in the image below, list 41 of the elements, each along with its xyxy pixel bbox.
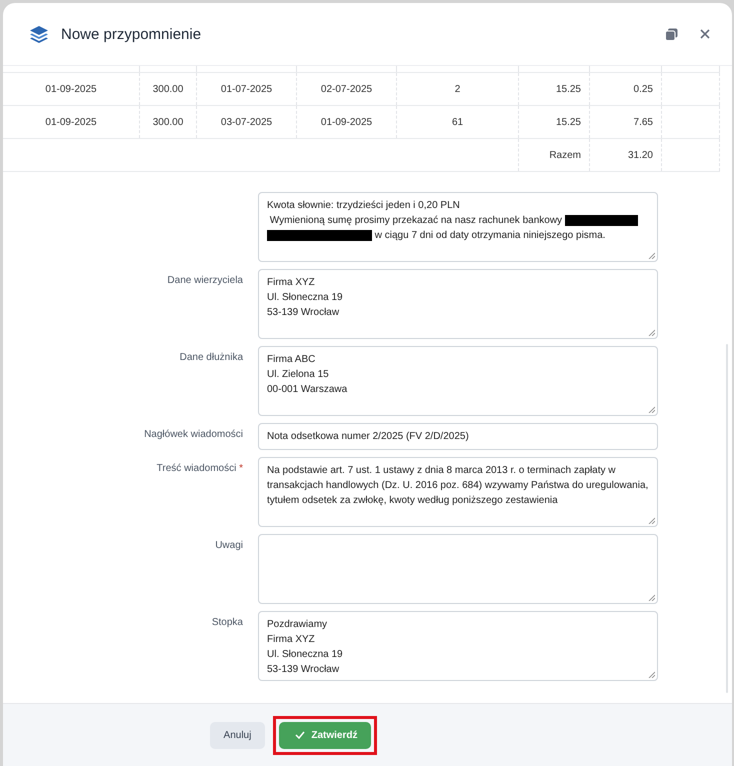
text-area[interactable]: Firma ABC Ul. Zielona 15 00-001 Warszawa <box>258 346 658 416</box>
table-cell: 0.25 <box>634 84 653 94</box>
resize-grip-icon[interactable] <box>648 252 655 259</box>
field-label: Treść wiadomości * <box>156 462 243 474</box>
table-cell: 300.00 <box>152 84 184 94</box>
resize-grip-icon[interactable] <box>648 594 655 601</box>
table-cell: 15.25 <box>556 84 581 94</box>
dialog-title: Nowe przypomnienie <box>61 26 202 42</box>
scrollbar[interactable] <box>726 344 728 693</box>
restore-window-icon[interactable] <box>665 28 678 40</box>
cancel-button[interactable]: Anuluj <box>210 722 266 748</box>
table-cell: 300.00 <box>152 116 184 128</box>
table-cell: 02-07-2025 <box>320 84 372 94</box>
table-cell: 01-09-2025 <box>45 116 97 128</box>
table-cell: 01-09-2025 <box>320 116 372 128</box>
text-area[interactable]: Pozdrawiamy Firma XYZ Ul. Słoneczna 19 53-139 Wrocław <box>258 611 658 681</box>
table-cell: 01-09-2025 <box>45 84 97 94</box>
text-field[interactable]: Nota odsetkowa numer 2/2025 (FV 2/D/2025) <box>258 423 658 450</box>
field-label: Uwagi <box>215 539 243 551</box>
close-icon[interactable] <box>700 29 710 39</box>
field-label: Dane dłużnika <box>180 351 243 363</box>
resize-grip-icon[interactable] <box>648 329 655 336</box>
table-cell: 61 <box>452 116 464 128</box>
resize-grip-icon[interactable] <box>648 517 655 524</box>
text-area[interactable]: Na podstawie art. 7 ust. 1 ustawy z dnia 8 marca 2013 r. o terminach zapłaty w transakcjach handlowych (Dz. U. 2016 poz. 684) wzywamy Państwa do uregulowania, tytułem odsetek za zwłokę, kwoty według poniższego zestawienia <box>258 457 658 527</box>
field-label: Nagłówek wiadomości <box>144 428 243 440</box>
check-icon <box>295 731 306 739</box>
field-label: Dane wierzyciela <box>167 274 243 286</box>
field-label: Stopka <box>212 616 243 628</box>
table-cell: 15.25 <box>556 116 581 128</box>
layers-icon <box>29 25 49 43</box>
table-cell: 01-07-2025 <box>220 84 272 94</box>
table-cell: 7.65 <box>634 116 653 128</box>
table-cell: 2 <box>454 84 460 94</box>
table-cell: 03-07-2025 <box>220 116 272 128</box>
resize-grip-icon[interactable] <box>648 671 655 678</box>
resize-grip-icon[interactable] <box>648 406 655 413</box>
text-area[interactable]: Firma XYZ Ul. Słoneczna 19 53-139 Wrocław <box>258 269 658 339</box>
total-value: 31.20 <box>628 150 653 160</box>
total-label: Razem <box>549 150 581 160</box>
text-area[interactable]: Kwota słownie: trzydzieści jeden i 0,20 PLN Wymienioną sumę prosimy przekazać na nasz rachunek bankowy w ciągu 7 dni od daty otrzymania niniejszego pisma. <box>258 192 658 262</box>
